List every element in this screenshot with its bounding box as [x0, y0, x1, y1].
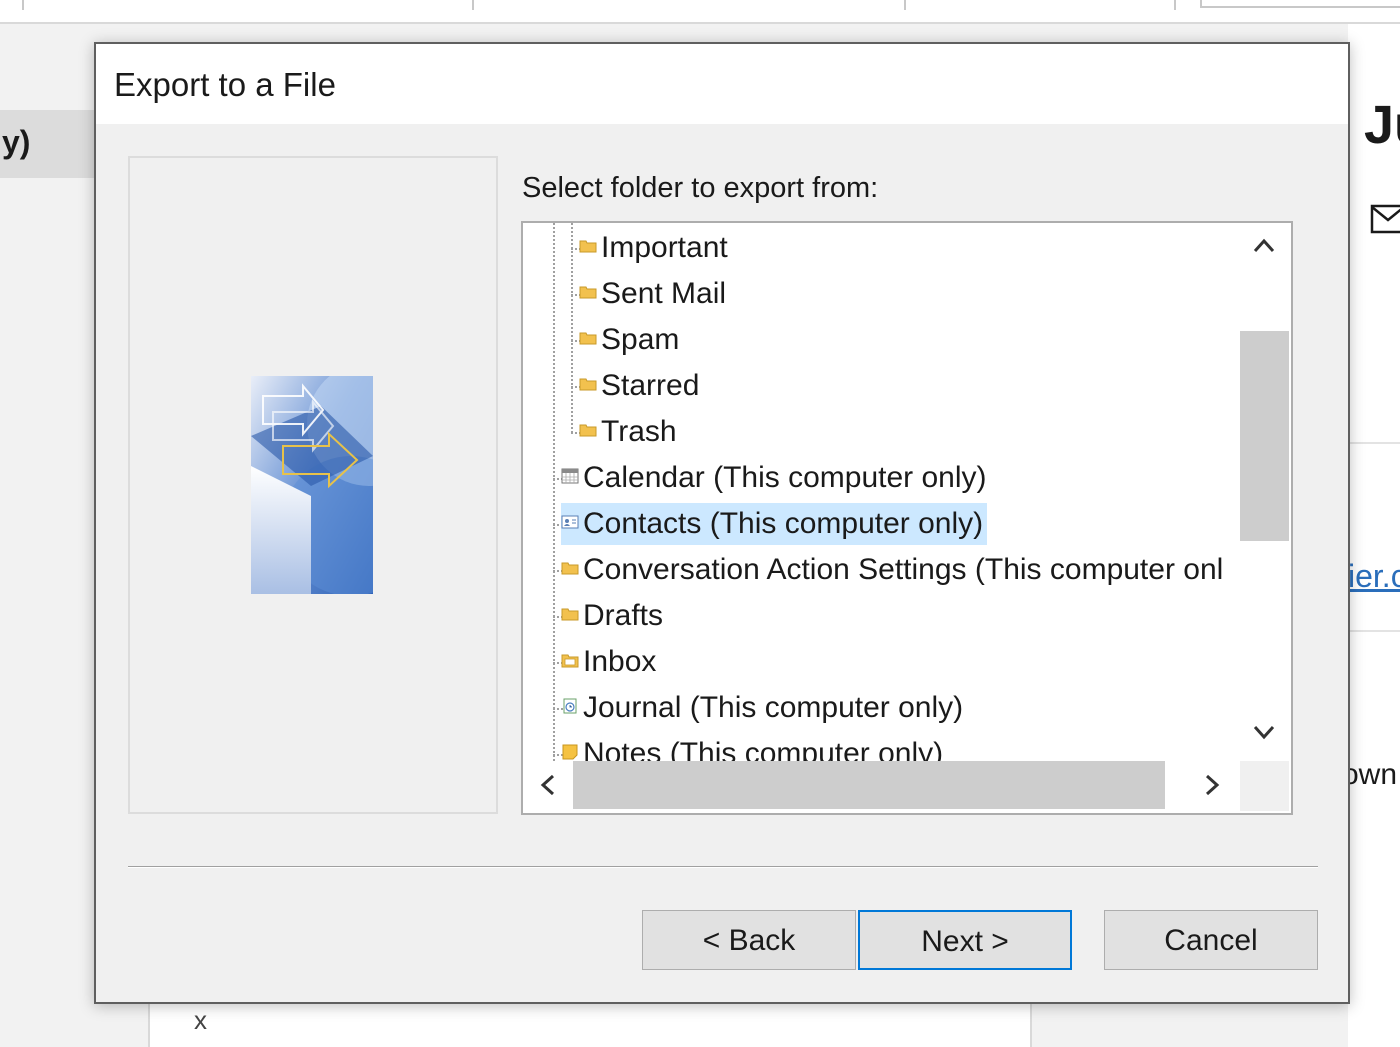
folder-icon [579, 332, 597, 345]
horizontal-scroll-thumb[interactable] [573, 761, 1165, 809]
background-text: own [1342, 758, 1398, 791]
background-top-bar [0, 0, 1400, 24]
tree-connector [553, 223, 555, 761]
dialog-title: Export to a File [114, 66, 336, 103]
tree-item-conversation-action-settings[interactable]: Conversation Action Settings (This compu… [561, 549, 1223, 591]
tree-item-sent-mail[interactable]: Sent Mail [579, 273, 726, 315]
background-column-separator [904, 0, 906, 10]
background-heading: Ju [1364, 95, 1400, 155]
tree-item-journal[interactable]: Journal (This computer only) [561, 687, 963, 729]
background-bottom-text: x [194, 1005, 207, 1035]
folder-icon [561, 608, 579, 621]
background-search-box [1200, 0, 1400, 8]
folder-tree[interactable]: Important Sent Mail Spam Starred Trash C… [521, 221, 1293, 815]
background-reading-pane: Ju ier.c own [1342, 24, 1400, 1047]
tree-item-label: Journal (This computer only) [583, 691, 964, 724]
wizard-art-panel [128, 156, 498, 814]
tree-item-inbox[interactable]: Inbox [561, 641, 656, 683]
tree-item-label: Spam [601, 323, 680, 356]
folder-icon [579, 424, 597, 437]
scrollbar-corner [1240, 761, 1289, 811]
tree-item-spam[interactable]: Spam [579, 319, 679, 361]
export-folder-prompt: Select folder to export from: [522, 172, 879, 204]
background-folder-text: y) [2, 124, 31, 160]
background-column-separator [22, 0, 24, 10]
background-column-separator [1174, 0, 1176, 10]
tree-item-calendar[interactable]: Calendar (This computer only) [561, 457, 987, 499]
dialog-divider [128, 866, 1318, 868]
background-divider [1348, 442, 1400, 444]
scroll-down-arrow-icon[interactable] [1252, 723, 1276, 743]
tree-item-trash[interactable]: Trash [579, 411, 677, 453]
tree-item-label: Trash [601, 415, 677, 448]
inbox-icon [561, 654, 579, 668]
tree-item-label: Starred [601, 369, 700, 402]
tree-item-label: Conversation Action Settings (This compu… [583, 553, 1224, 586]
tree-item-label: Contacts (This computer only) [583, 507, 984, 540]
tree-item-label: Inbox [583, 645, 657, 678]
calendar-icon [561, 468, 579, 484]
background-bottom-pane: x [148, 1003, 1032, 1047]
journal-icon [563, 698, 577, 714]
tree-item-important[interactable]: Important [579, 227, 728, 269]
tree-item-label: Sent Mail [601, 277, 727, 310]
background-selected-folder[interactable]: y) [0, 110, 96, 178]
tree-item-starred[interactable]: Starred [579, 365, 699, 407]
background-divider [1348, 630, 1400, 632]
scroll-left-arrow-icon[interactable] [537, 773, 557, 797]
scroll-up-arrow-icon[interactable] [1252, 235, 1276, 255]
background-column-separator [472, 0, 474, 10]
back-button[interactable]: < Back [642, 910, 856, 970]
folder-icon [579, 286, 597, 299]
tree-horizontal-scrollbar[interactable] [523, 761, 1289, 811]
background-link[interactable]: ier.c [1348, 558, 1400, 595]
tree-connector [571, 223, 573, 433]
scroll-right-arrow-icon[interactable] [1203, 773, 1223, 797]
export-wizard-illustration [251, 376, 373, 594]
tree-item-drafts[interactable]: Drafts [561, 595, 663, 637]
tree-item-label: Drafts [583, 599, 664, 632]
tree-item-label: Important [601, 231, 728, 264]
envelope-icon [1370, 204, 1400, 234]
folder-icon [579, 240, 597, 253]
notes-icon [562, 744, 578, 760]
dialog-title-bar[interactable]: Export to a File [96, 44, 1348, 124]
export-dialog: Export to a File Select folder to export… [94, 42, 1350, 1004]
tree-item-label: Calendar (This computer only) [583, 461, 987, 494]
cancel-button[interactable]: Cancel [1104, 910, 1318, 970]
contacts-icon [561, 515, 579, 529]
selection-highlight: Contacts (This computer only) [561, 503, 988, 545]
vertical-scroll-thumb[interactable] [1240, 331, 1289, 541]
tree-item-contacts[interactable]: Contacts (This computer only) [561, 503, 988, 545]
next-button[interactable]: Next > [858, 910, 1072, 970]
tree-vertical-scrollbar[interactable] [1240, 223, 1289, 761]
folder-icon [561, 562, 579, 575]
folder-icon [579, 378, 597, 391]
